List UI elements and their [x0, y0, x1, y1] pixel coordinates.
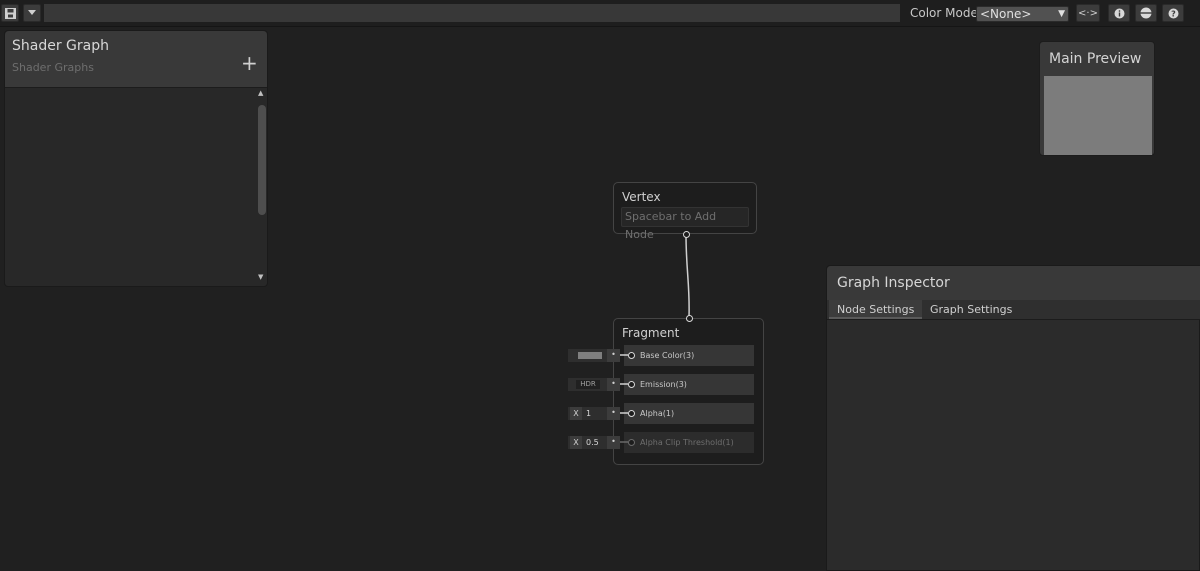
- alpha-clip-dot-icon: •: [607, 436, 620, 449]
- base-color-dot-icon: •: [607, 349, 620, 362]
- emission-input[interactable]: HDR: [568, 378, 607, 391]
- alpha-value[interactable]: 1: [586, 407, 591, 420]
- graph-inspector-panel: Graph Inspector Node Settings Graph Sett…: [826, 265, 1200, 571]
- clip-axis-label: X: [570, 436, 582, 449]
- clip-value[interactable]: 0.5: [586, 436, 599, 449]
- emission-dot-icon: •: [607, 378, 620, 391]
- alpha-clip-input[interactable]: X 0.5: [568, 436, 607, 449]
- tab-node-settings[interactable]: Node Settings: [829, 300, 923, 319]
- tab-graph-settings[interactable]: Graph Settings: [922, 300, 1020, 319]
- base-color-input[interactable]: [568, 349, 607, 362]
- alpha-axis-label: X: [570, 407, 582, 420]
- color-swatch[interactable]: [578, 352, 602, 359]
- inspector-tabs: Node Settings Graph Settings: [827, 300, 1200, 320]
- alpha-dot-icon: •: [607, 407, 620, 420]
- inspector-header: Graph Inspector: [827, 266, 1200, 300]
- alpha-input[interactable]: X 1: [568, 407, 607, 420]
- inspector-title: Graph Inspector: [837, 275, 950, 291]
- hdr-tag: HDR: [576, 380, 600, 389]
